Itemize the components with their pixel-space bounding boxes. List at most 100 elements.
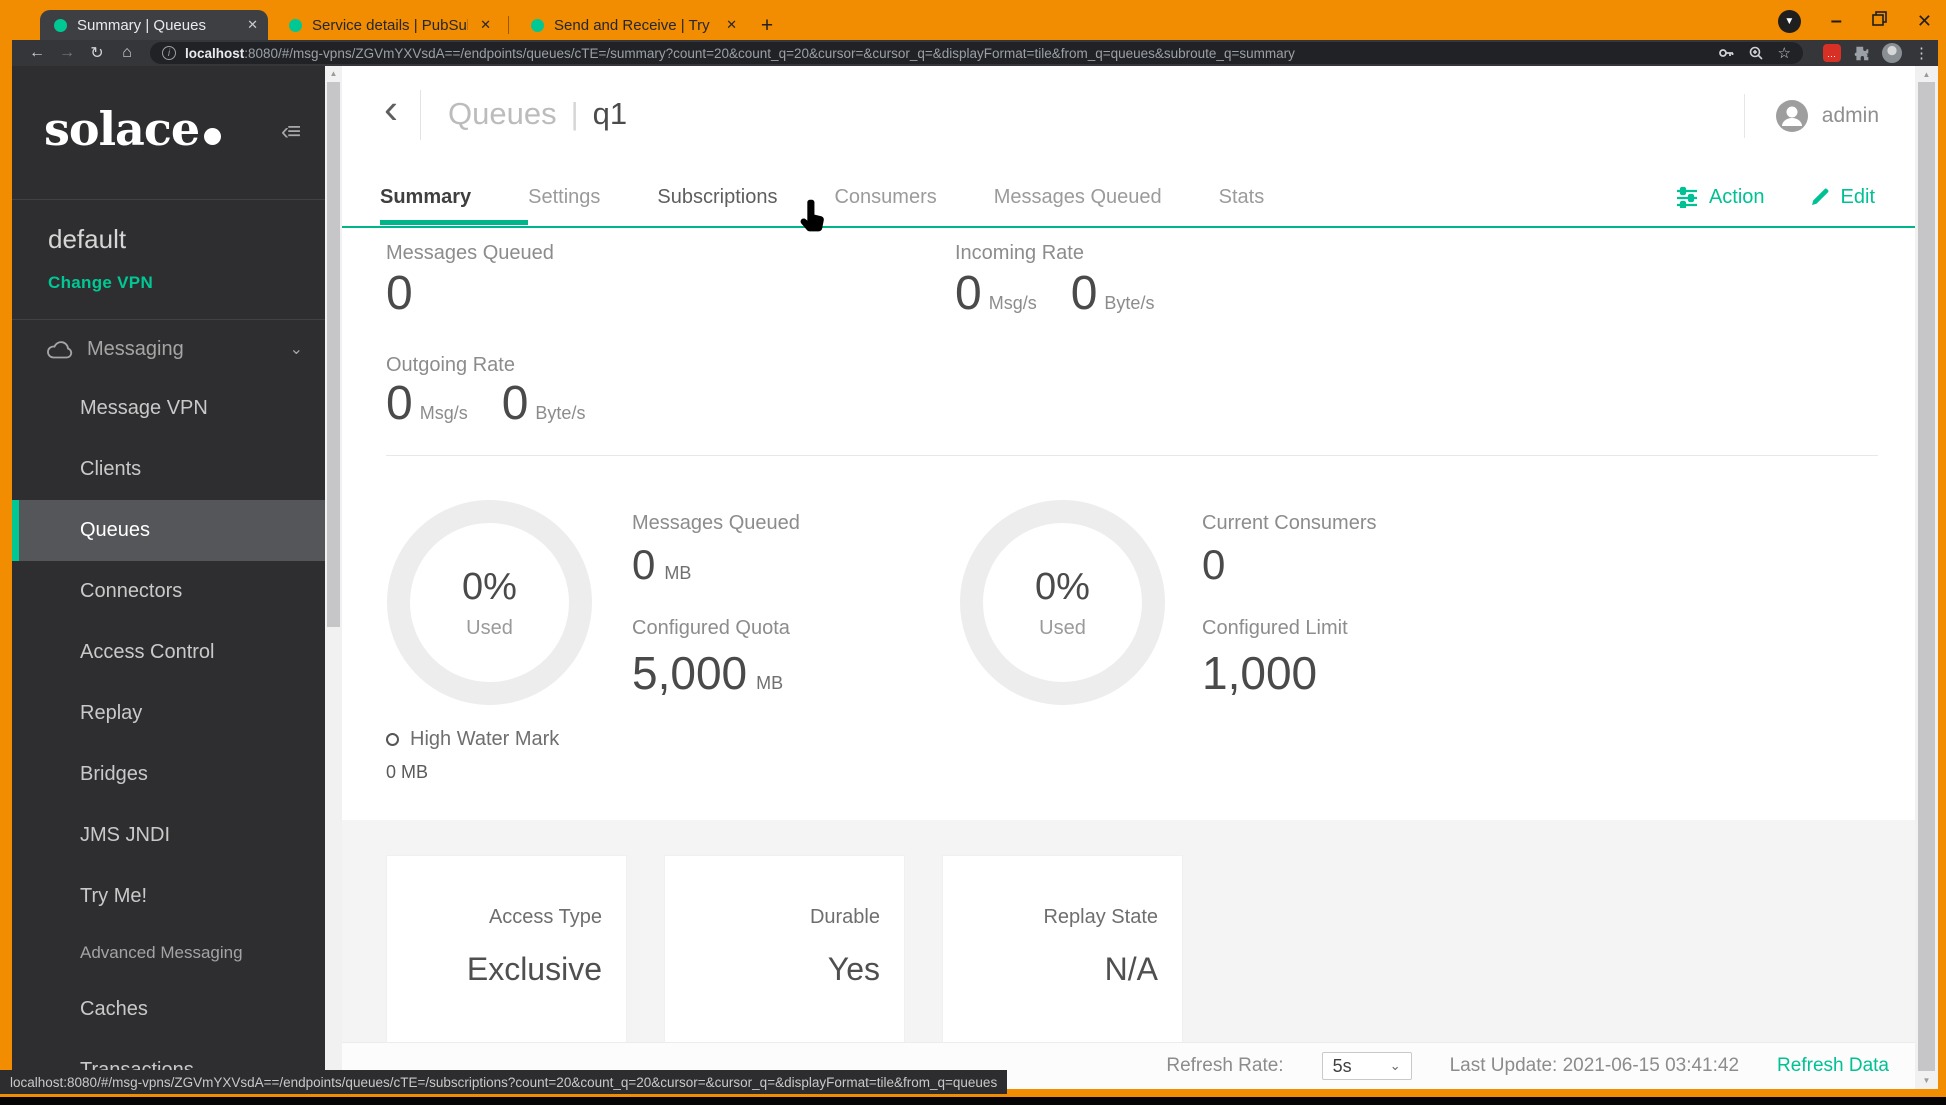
sidebar-item-message-vpn[interactable]: Message VPN	[12, 378, 325, 439]
tab-close-icon[interactable]: ✕	[247, 17, 258, 33]
sidebar-logo-row: solace ‹≡	[12, 66, 325, 200]
solace-favicon-icon	[531, 18, 544, 32]
tab-consumers[interactable]: Consumers	[834, 186, 936, 209]
reload-icon[interactable]: ↻	[82, 43, 112, 63]
gauge-field-label: Configured Quota	[632, 617, 790, 639]
browser-scrollbar[interactable]: ▲ ▼	[1915, 66, 1938, 1089]
content-scrollbar-left[interactable]: ▲ ▼	[325, 66, 342, 1089]
minimize-button[interactable]: –	[1831, 10, 1842, 33]
pencil-icon	[1811, 188, 1828, 205]
sidebar-item-clients[interactable]: Clients	[12, 439, 325, 500]
tab-close-icon[interactable]: ✕	[726, 17, 737, 33]
page-title: q1	[592, 96, 628, 131]
scroll-down-icon[interactable]: ▼	[1915, 1076, 1938, 1085]
sidebar-item-connectors[interactable]: Connectors	[12, 561, 325, 622]
tab-close-icon[interactable]: ✕	[480, 17, 491, 33]
sidebar-section-messaging[interactable]: Messaging ⌄	[12, 320, 325, 378]
browser-tab-active[interactable]: Summary | Queues ✕	[40, 10, 268, 40]
edit-button[interactable]: Edit	[1809, 186, 1875, 209]
scrollbar-thumb[interactable]	[327, 82, 340, 627]
legend-circle-icon	[386, 733, 399, 746]
browser-tab-2[interactable]: Service details | PubSub+ Cloud ✕	[275, 10, 501, 40]
browser-tab-3[interactable]: Send and Receive | Try Me! ✕	[517, 10, 747, 40]
vpn-block: default Change VPN	[12, 200, 325, 320]
quota-usage-donut: 0% Used	[387, 500, 592, 705]
breadcrumb-separator: |	[570, 96, 579, 131]
card-value: Exclusive	[466, 951, 602, 987]
solace-favicon-icon	[54, 18, 67, 32]
zoom-icon[interactable]	[1748, 45, 1764, 61]
refresh-data-link[interactable]: Refresh Data	[1777, 1052, 1889, 1077]
user-menu[interactable]: admin	[1743, 94, 1879, 138]
change-vpn-link[interactable]: Change VPN	[48, 273, 325, 293]
profile-avatar[interactable]	[1882, 43, 1902, 63]
adblock-extension-icon[interactable]: ⋯	[1823, 44, 1841, 62]
sidebar-item-try-me[interactable]: Try Me!	[12, 866, 325, 927]
sidebar-item-replay[interactable]: Replay	[12, 683, 325, 744]
attribute-cards: Access Type Exclusive Durable Yes Replay…	[386, 855, 1183, 1043]
chevron-down-icon: ⌄	[1389, 1058, 1401, 1073]
browser-tab-title: Service details | PubSub+ Cloud	[312, 16, 468, 34]
home-icon[interactable]: ⌂	[112, 44, 142, 62]
sidebar: solace ‹≡ default Change VPN Messaging ⌄…	[12, 66, 325, 1089]
solace-app: solace ‹≡ default Change VPN Messaging ⌄…	[12, 66, 1938, 1089]
sidebar-item-queues[interactable]: Queues	[12, 500, 325, 561]
page-actions: Action Edit	[1675, 166, 1875, 228]
refresh-rate-label: Refresh Rate:	[1166, 1055, 1284, 1076]
password-key-icon[interactable]	[1718, 45, 1734, 61]
gauge-field-label: Configured Limit	[1202, 617, 1348, 639]
bottom-black-strip	[0, 1097, 1946, 1105]
screen-share-caret-icon[interactable]: ▼	[1777, 9, 1801, 33]
last-update-text: Last Update: 2021-06-15 03:41:42	[1449, 1055, 1740, 1076]
scrollbar-thumb[interactable]	[1918, 82, 1935, 1071]
sidebar-item-access-control[interactable]: Access Control	[12, 622, 325, 683]
bookmark-star-icon[interactable]: ☆	[1778, 44, 1791, 62]
sidebar-collapse-icon[interactable]: ‹≡	[281, 118, 301, 146]
sidebar-item-bridges[interactable]: Bridges	[12, 744, 325, 805]
restore-button[interactable]	[1872, 11, 1887, 31]
new-tab-button[interactable]: +	[754, 13, 780, 39]
extension-icon[interactable]	[1853, 45, 1870, 62]
tab-messages-queued[interactable]: Messages Queued	[994, 186, 1162, 209]
user-avatar-icon	[1775, 100, 1808, 132]
card-durable: Durable Yes	[664, 855, 905, 1043]
username: admin	[1821, 104, 1879, 127]
incoming-rate-label: Incoming Rate	[955, 242, 1084, 264]
outgoing-msg-value: 0	[386, 377, 413, 430]
scroll-up-icon[interactable]: ▲	[325, 69, 342, 78]
refresh-rate-select[interactable]: 5s ⌄	[1321, 1052, 1412, 1080]
sidebar-item-jms-jndi[interactable]: JMS JNDI	[12, 805, 325, 866]
tab-stats[interactable]: Stats	[1219, 186, 1265, 209]
consumers-usage-donut: 0% Used	[960, 500, 1165, 705]
tab-summary[interactable]: Summary	[380, 186, 471, 209]
url-text[interactable]: localhost:8080/#/msg-vpns/ZGVmYXVsdA==/e…	[185, 46, 1704, 61]
close-window-button[interactable]: ✕	[1917, 11, 1932, 32]
chevron-down-icon[interactable]: ⌄	[290, 339, 303, 359]
action-button[interactable]: Action	[1675, 186, 1765, 209]
card-label: Durable	[809, 906, 880, 928]
scroll-up-icon[interactable]: ▲	[1915, 70, 1938, 79]
card-value: N/A	[1104, 951, 1158, 987]
sidebar-item-caches[interactable]: Caches	[12, 979, 325, 1040]
site-info-icon[interactable]: i	[162, 46, 176, 60]
page-tab-bar: Summary Settings Subscriptions Consumers…	[342, 166, 1915, 228]
forward-icon[interactable]: →	[52, 44, 82, 62]
back-button[interactable]: ‹	[384, 88, 398, 130]
cloud-icon	[47, 340, 73, 358]
refresh-rate-value: 5s	[1332, 1055, 1352, 1076]
address-bar[interactable]: i localhost:8080/#/msg-vpns/ZGVmYXVsdA==…	[150, 42, 1803, 64]
quota-info: Messages Queued 0 MB Configured Quota 5,…	[632, 512, 962, 728]
outgoing-rate-values: 0 Msg/s 0 Byte/s	[386, 376, 619, 431]
screen: Summary | Queues ✕ Service details | Pub…	[0, 0, 1946, 1105]
tab-subscriptions[interactable]: Subscriptions	[657, 186, 777, 209]
value: 0	[1202, 541, 1226, 588]
window-controls: ▼ – ✕	[1777, 6, 1932, 36]
browser-menu-icon[interactable]: ⋮	[1914, 44, 1929, 62]
back-icon[interactable]: ←	[22, 44, 52, 62]
breadcrumb-parent[interactable]: Queues	[448, 96, 557, 132]
high-water-mark-label: High Water Mark	[410, 728, 560, 750]
sidebar-item-advanced-messaging[interactable]: Advanced Messaging	[12, 927, 325, 979]
tab-settings[interactable]: Settings	[528, 186, 600, 209]
logo-dot-icon	[204, 128, 222, 145]
card-access-type: Access Type Exclusive	[386, 855, 627, 1043]
